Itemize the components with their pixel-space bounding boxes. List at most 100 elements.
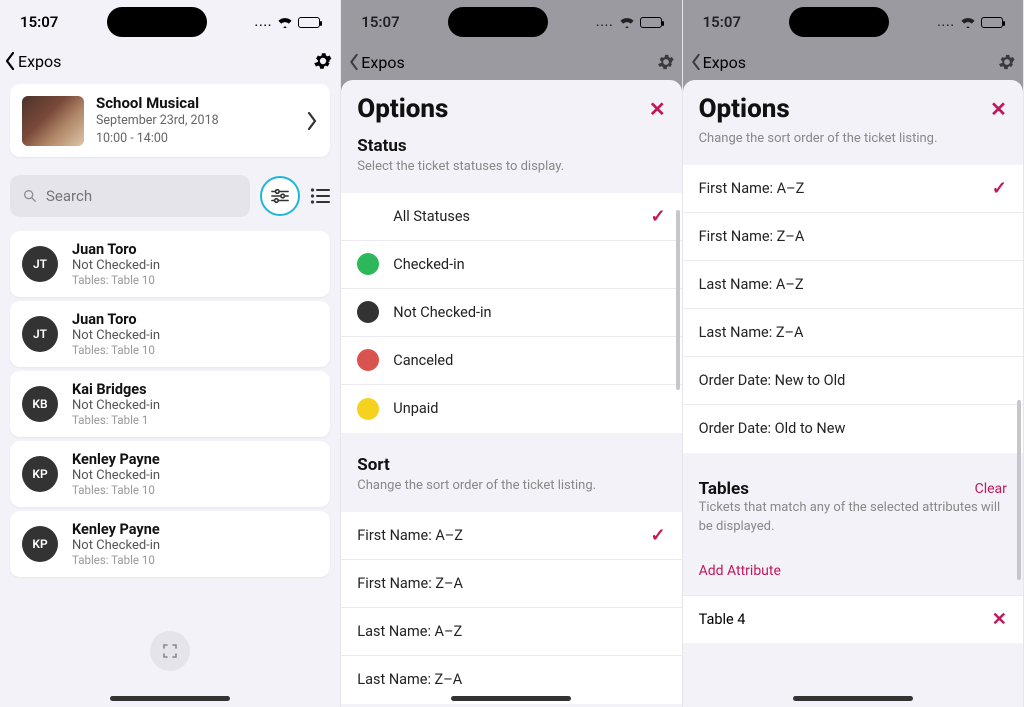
sheet-title: Options xyxy=(699,94,790,124)
attendee-status: Not Checked-in xyxy=(72,468,318,483)
check-icon: ✓ xyxy=(651,525,666,546)
event-info: School Musical September 23rd, 2018 10:0… xyxy=(96,94,294,147)
sort-option[interactable]: Order Date: Old to New xyxy=(683,405,1023,453)
attendee-card[interactable]: JT Juan Toro Not Checked-in Tables: Tabl… xyxy=(10,231,330,297)
back-button[interactable]: Expos xyxy=(2,51,61,71)
search-icon xyxy=(22,188,38,204)
sort-option[interactable]: First Name: A–Z ✓ xyxy=(341,512,681,560)
back-button[interactable]: Expos xyxy=(347,53,404,72)
status-right: .... xyxy=(596,15,662,29)
status-bar: 15:07 .... xyxy=(683,0,1023,44)
status-option[interactable]: Canceled xyxy=(341,337,681,385)
nav-header: Expos xyxy=(0,44,340,80)
tables-section-sub: Tickets that match any of the selected a… xyxy=(683,499,1023,547)
scroll-indicator xyxy=(1017,400,1021,580)
scan-button[interactable] xyxy=(150,631,190,671)
option-label: Unpaid xyxy=(393,400,438,417)
sort-section-sub: Change the sort order of the ticket list… xyxy=(341,477,681,506)
battery-icon xyxy=(981,17,1003,28)
phone-screen-list: 15:07 .... Expos School Musical Septembe… xyxy=(0,0,341,707)
option-label: Order Date: Old to New xyxy=(699,420,846,437)
gear-icon[interactable] xyxy=(656,52,676,72)
avatar: JT xyxy=(22,316,58,352)
sort-section-title: Sort xyxy=(341,449,681,477)
search-input[interactable] xyxy=(46,187,238,205)
sort-option[interactable]: Last Name: A–Z xyxy=(341,608,681,656)
sort-option[interactable]: Order Date: New to Old xyxy=(683,357,1023,405)
status-bar: 15:07 .... xyxy=(0,0,340,44)
clear-button[interactable]: Clear xyxy=(975,481,1007,497)
status-right: .... xyxy=(255,15,321,29)
attendee-table: Tables: Table 10 xyxy=(72,273,318,287)
dynamic-island xyxy=(448,7,548,37)
home-indicator xyxy=(451,696,571,701)
attendee-card[interactable]: JT Juan Toro Not Checked-in Tables: Tabl… xyxy=(10,301,330,367)
search-box[interactable] xyxy=(10,175,250,217)
options-sheet: Options ✕ Change the sort order of the t… xyxy=(683,80,1023,707)
chevron-right-icon xyxy=(306,111,318,131)
add-attribute-button[interactable]: Add Attribute xyxy=(683,547,1023,595)
gear-icon[interactable] xyxy=(997,52,1017,72)
sort-option[interactable]: First Name: Z–A xyxy=(683,213,1023,261)
attendee-name: Juan Toro xyxy=(72,311,318,328)
status-option[interactable]: Unpaid xyxy=(341,385,681,433)
clock: 15:07 xyxy=(20,13,58,31)
attendee-info: Juan Toro Not Checked-in Tables: Table 1… xyxy=(72,241,318,287)
status-section-sub: Select the ticket statuses to display. xyxy=(341,158,681,187)
status-options: All Statuses ✓ Checked-in Not Checked-in… xyxy=(341,193,681,433)
option-label: Last Name: A–Z xyxy=(699,276,804,293)
attendee-table: Tables: Table 10 xyxy=(72,553,318,567)
battery-icon xyxy=(640,17,662,28)
event-card[interactable]: School Musical September 23rd, 2018 10:0… xyxy=(10,84,330,157)
dynamic-island xyxy=(789,7,889,37)
sort-option[interactable]: Last Name: Z–A xyxy=(683,309,1023,357)
attendee-card[interactable]: KP Kenley Payne Not Checked-in Tables: T… xyxy=(10,441,330,507)
attendee-info: Juan Toro Not Checked-in Tables: Table 1… xyxy=(72,311,318,357)
status-option[interactable]: Not Checked-in xyxy=(341,289,681,337)
home-indicator xyxy=(110,696,230,701)
sort-section-sub: Change the sort order of the ticket list… xyxy=(683,130,1023,159)
attendee-info: Kenley Payne Not Checked-in Tables: Tabl… xyxy=(72,521,318,567)
wifi-icon xyxy=(278,17,292,28)
attendee-status: Not Checked-in xyxy=(72,258,318,273)
sort-option[interactable]: First Name: A–Z ✓ xyxy=(683,165,1023,213)
avatar: KP xyxy=(22,526,58,562)
attendee-name: Kenley Payne xyxy=(72,451,318,468)
sliders-icon xyxy=(271,188,289,204)
event-title: School Musical xyxy=(96,94,294,112)
attendee-info: Kenley Payne Not Checked-in Tables: Tabl… xyxy=(72,451,318,497)
filter-button[interactable] xyxy=(260,176,300,216)
close-icon[interactable]: ✕ xyxy=(990,97,1007,121)
sheet-title: Options xyxy=(357,94,448,124)
wifi-icon xyxy=(961,17,975,28)
sort-option[interactable]: First Name: Z–A xyxy=(341,560,681,608)
option-label: Last Name: A–Z xyxy=(357,623,462,640)
status-option[interactable]: All Statuses ✓ xyxy=(341,193,681,241)
option-label: All Statuses xyxy=(393,208,470,225)
back-button[interactable]: Expos xyxy=(689,53,746,72)
status-section-title: Status xyxy=(341,130,681,158)
option-label: First Name: A–Z xyxy=(357,527,463,544)
battery-icon xyxy=(298,17,320,28)
attendee-name: Juan Toro xyxy=(72,241,318,258)
attendee-card[interactable]: KP Kenley Payne Not Checked-in Tables: T… xyxy=(10,511,330,577)
option-label: Not Checked-in xyxy=(393,304,491,321)
attendee-info: Kai Bridges Not Checked-in Tables: Table… xyxy=(72,381,318,427)
check-icon: ✓ xyxy=(992,178,1007,199)
status-option[interactable]: Checked-in xyxy=(341,241,681,289)
close-icon[interactable]: ✕ xyxy=(649,97,666,121)
back-label: Expos xyxy=(703,53,746,72)
attendee-status: Not Checked-in xyxy=(72,538,318,553)
selected-attribute-row[interactable]: Table 4 ✕ xyxy=(683,595,1023,643)
list-view-icon[interactable] xyxy=(310,188,330,204)
sort-option[interactable]: Last Name: A–Z xyxy=(683,261,1023,309)
search-row xyxy=(10,175,330,217)
event-date: September 23rd, 2018 xyxy=(96,112,294,130)
back-label: Expos xyxy=(18,52,61,71)
remove-attribute-icon[interactable]: ✕ xyxy=(992,609,1007,630)
cell-dots: .... xyxy=(255,15,273,29)
attendee-status: Not Checked-in xyxy=(72,328,318,343)
status-right: .... xyxy=(937,15,1003,29)
attendee-card[interactable]: KB Kai Bridges Not Checked-in Tables: Ta… xyxy=(10,371,330,437)
gear-icon[interactable] xyxy=(312,50,334,72)
